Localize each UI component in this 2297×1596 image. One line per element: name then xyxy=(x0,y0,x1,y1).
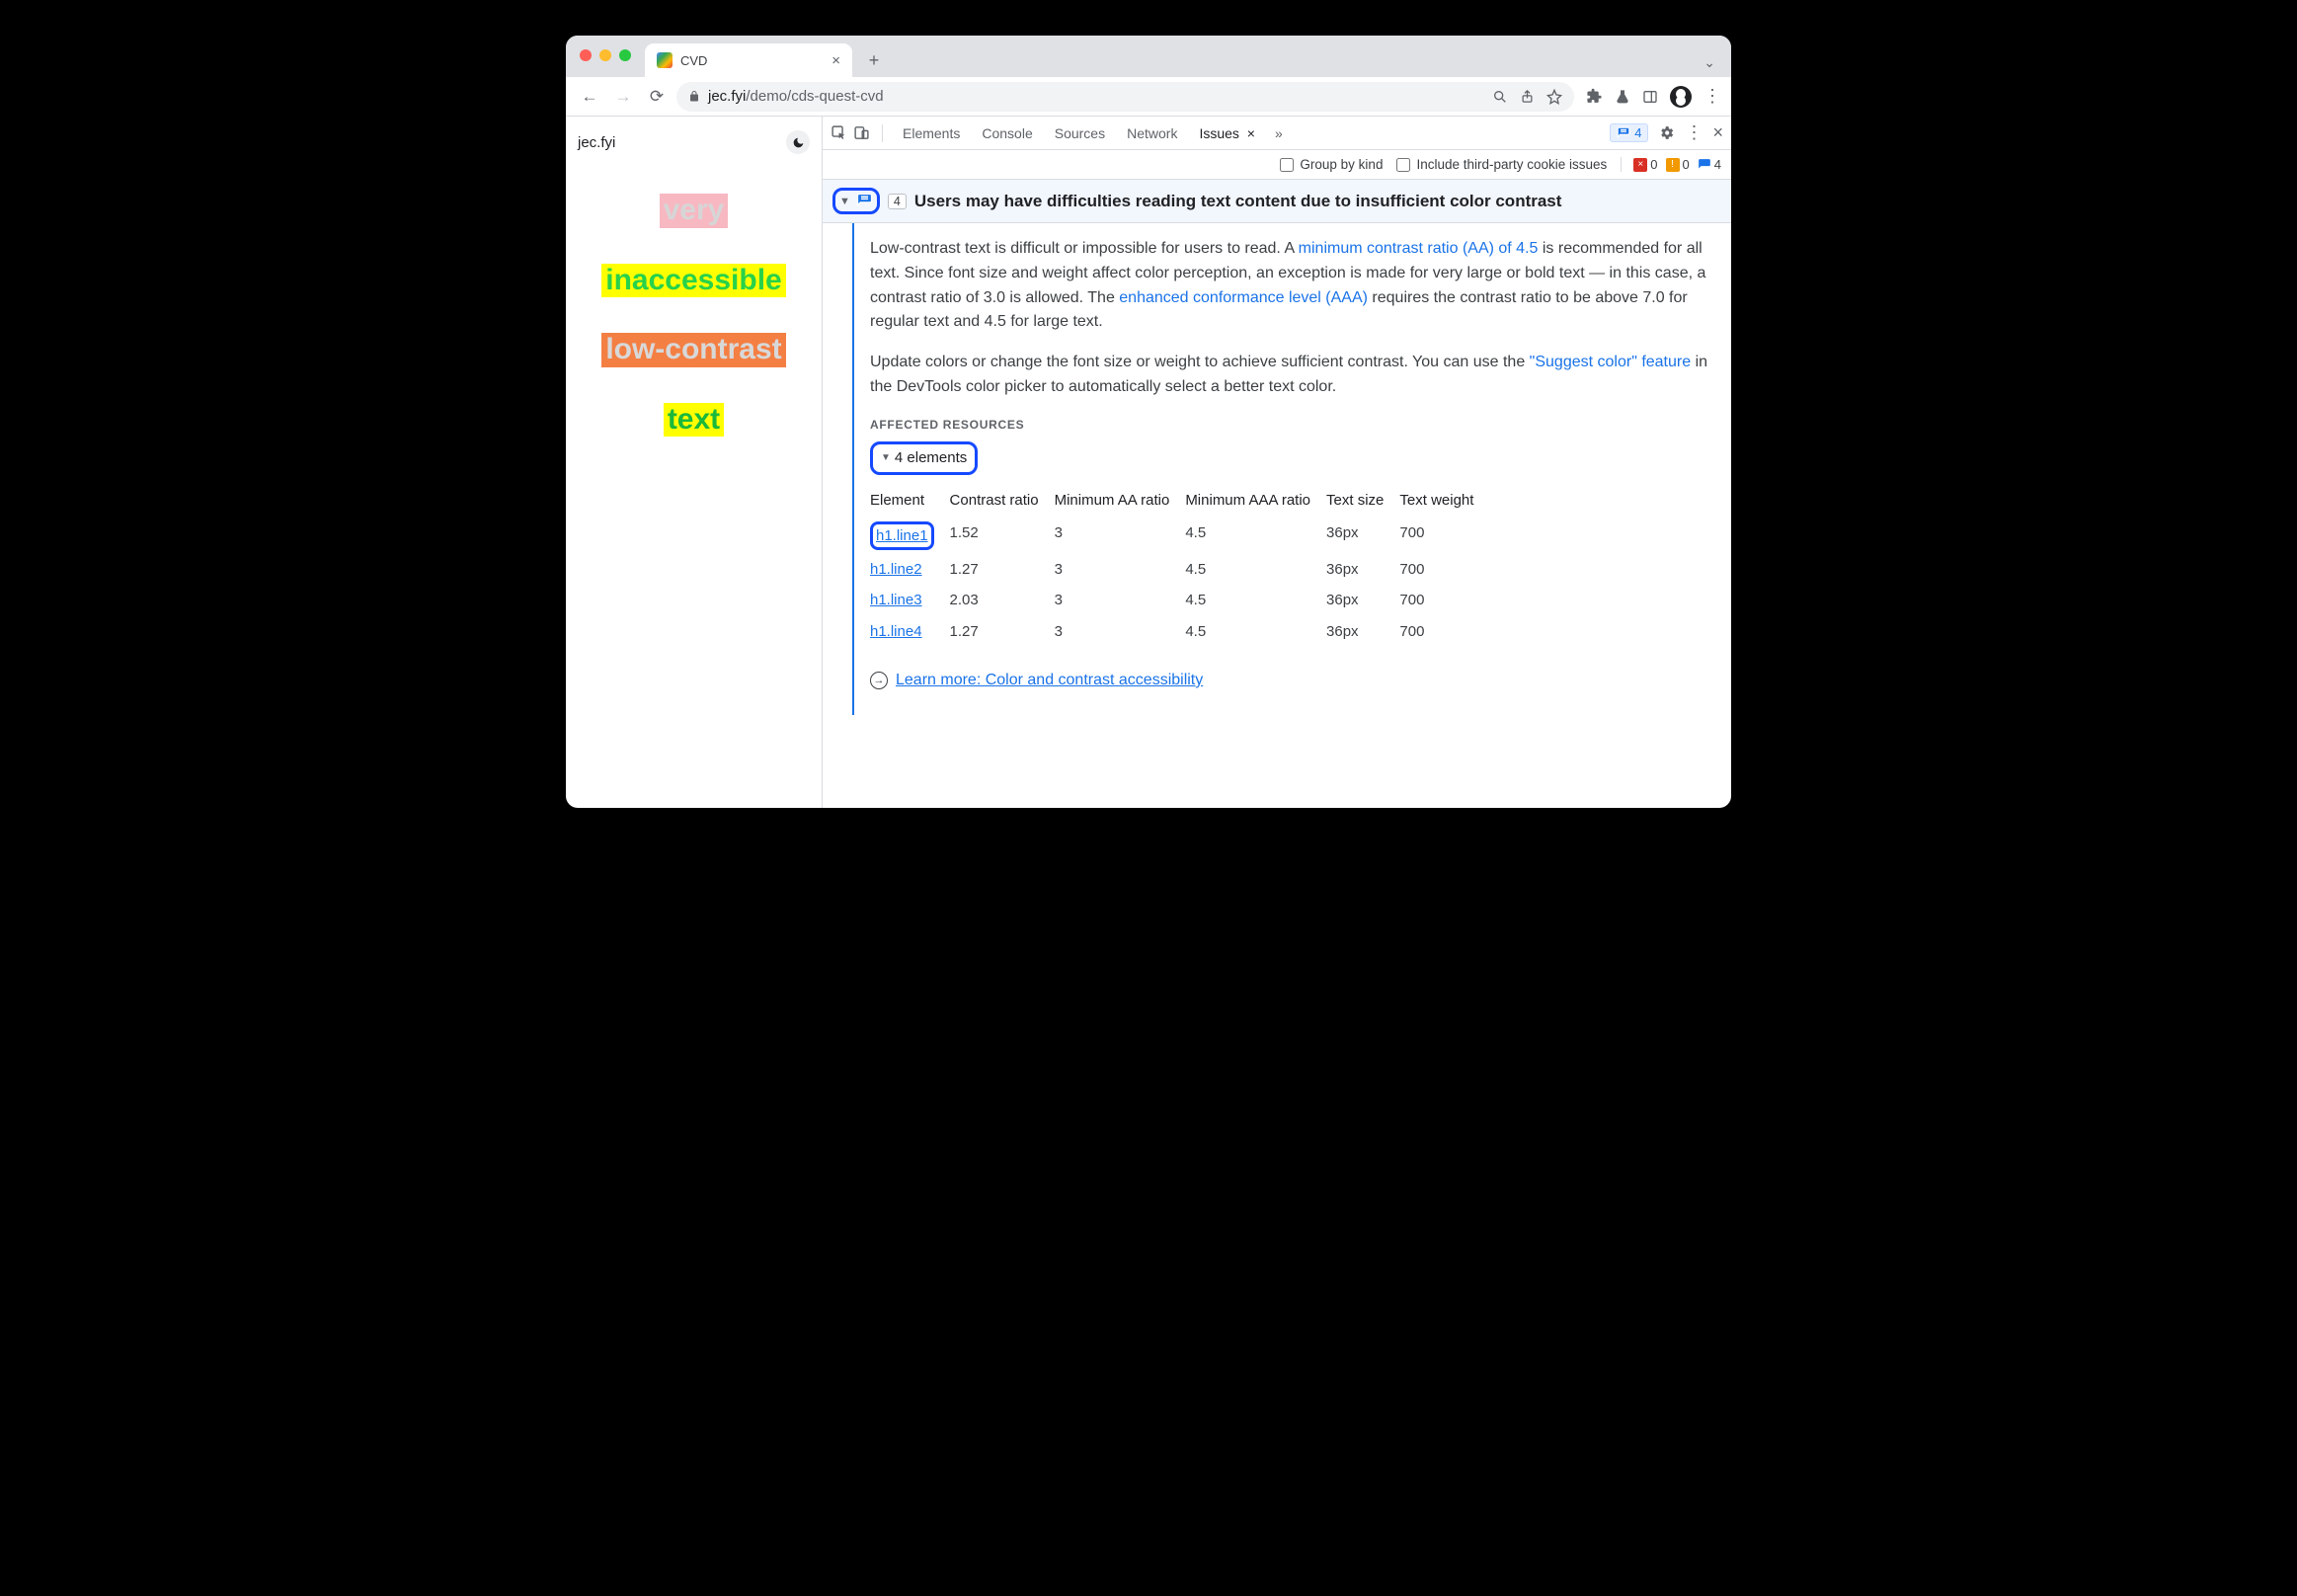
browser-window: CVD × + ⌄ ← → ⟳ jec.fyi/demo/cds-quest-c… xyxy=(566,36,1731,808)
issue-list: ▼ 4 Users may have difficulties reading … xyxy=(823,180,1731,808)
highlight-ring: ▼ xyxy=(832,188,880,214)
element-link[interactable]: h1.line3 xyxy=(870,592,922,608)
group-by-kind-checkbox[interactable]: Group by kind xyxy=(1280,157,1383,172)
extensions-icon[interactable] xyxy=(1586,88,1603,105)
tab-title: CVD xyxy=(680,53,707,68)
table-row: h1.line4 1.2734.536px700 xyxy=(870,616,1489,647)
window-controls xyxy=(580,49,631,61)
link-suggest-color[interactable]: "Suggest color" feature xyxy=(1530,354,1691,370)
include-third-party-checkbox[interactable]: Include third-party cookie issues xyxy=(1396,157,1607,172)
disclosure-triangle-icon[interactable]: ▼ xyxy=(839,196,850,207)
disclosure-triangle-icon[interactable]: ▼ xyxy=(881,450,891,466)
arrow-circle-icon: → xyxy=(870,672,888,689)
tab-elements[interactable]: Elements xyxy=(895,121,968,145)
site-label: jec.fyi xyxy=(578,134,615,151)
tab-sources[interactable]: Sources xyxy=(1047,121,1113,145)
issues-toolbar: Group by kind Include third-party cookie… xyxy=(823,150,1731,180)
close-tab-icon[interactable]: × xyxy=(832,52,840,69)
element-link[interactable]: h1.line1 xyxy=(876,527,928,544)
close-devtools-icon[interactable]: × xyxy=(1712,122,1723,143)
share-icon[interactable] xyxy=(1520,89,1535,104)
labs-icon[interactable] xyxy=(1615,89,1630,105)
issue-count: 4 xyxy=(888,194,907,209)
warning-count: !0 xyxy=(1666,157,1690,172)
forward-button: → xyxy=(609,83,637,111)
inspect-icon[interactable] xyxy=(831,124,847,141)
minimize-window[interactable] xyxy=(599,49,611,61)
content-area: jec.fyi very inaccessible low-contrast t… xyxy=(566,117,1731,808)
sample-text-3: low-contrast xyxy=(601,333,785,367)
sample-text-4: text xyxy=(664,403,724,438)
devtools-panel: Elements Console Sources Network Issues … xyxy=(823,117,1731,808)
lock-icon xyxy=(688,90,700,103)
issue-description-1: Low-contrast text is difficult or imposs… xyxy=(870,237,1713,335)
table-row: h1.line2 1.2734.536px700 xyxy=(870,554,1489,585)
col-size: Text size xyxy=(1326,485,1399,518)
close-window[interactable] xyxy=(580,49,592,61)
sidepanel-icon[interactable] xyxy=(1642,89,1658,105)
affected-elements-table: Element Contrast ratio Minimum AA ratio … xyxy=(870,485,1489,647)
bookmark-icon[interactable] xyxy=(1546,89,1562,105)
learn-more-row: → Learn more: Color and contrast accessi… xyxy=(870,669,1713,693)
message-icon xyxy=(856,193,873,209)
col-aaa: Minimum AAA ratio xyxy=(1185,485,1326,518)
browser-tab[interactable]: CVD × xyxy=(645,43,852,77)
address-bar[interactable]: jec.fyi/demo/cds-quest-cvd xyxy=(676,82,1574,112)
reload-button[interactable]: ⟳ xyxy=(643,83,671,111)
tab-network[interactable]: Network xyxy=(1119,121,1185,145)
error-count: ×0 xyxy=(1633,157,1657,172)
element-link[interactable]: h1.line2 xyxy=(870,561,922,578)
close-icon[interactable]: × xyxy=(1243,125,1255,141)
issues-badge[interactable]: 4 xyxy=(1610,123,1648,142)
table-row: h1.line3 2.0334.536px700 xyxy=(870,585,1489,615)
affected-resources-label: AFFECTED RESOURCES xyxy=(870,416,1713,435)
page-viewport: jec.fyi very inaccessible low-contrast t… xyxy=(566,117,823,808)
link-aaa-level[interactable]: enhanced conformance level (AAA) xyxy=(1119,289,1368,306)
learn-more-link[interactable]: Learn more: Color and contrast accessibi… xyxy=(896,669,1203,693)
col-aa: Minimum AA ratio xyxy=(1055,485,1186,518)
issue-details: Low-contrast text is difficult or imposs… xyxy=(866,223,1731,715)
profile-avatar[interactable] xyxy=(1670,86,1692,108)
col-weight: Text weight xyxy=(1399,485,1489,518)
issue-rail xyxy=(823,223,866,715)
tabs-overflow-icon[interactable]: ⌄ xyxy=(1703,54,1715,71)
tab-strip: CVD × + ⌄ xyxy=(566,36,1731,77)
devtools-tabbar: Elements Console Sources Network Issues … xyxy=(823,117,1731,150)
menu-icon[interactable]: ⋮ xyxy=(1703,86,1721,107)
tab-issues[interactable]: Issues × xyxy=(1191,121,1263,145)
zoom-icon[interactable] xyxy=(1492,89,1508,105)
link-aa-ratio[interactable]: minimum contrast ratio (AA) of 4.5 xyxy=(1299,240,1539,257)
toolbar: ← → ⟳ jec.fyi/demo/cds-quest-cvd ⋮ xyxy=(566,77,1731,117)
device-toggle-icon[interactable] xyxy=(853,124,870,141)
issue-header[interactable]: ▼ 4 Users may have difficulties reading … xyxy=(823,180,1731,223)
gear-icon[interactable] xyxy=(1658,124,1675,141)
col-contrast: Contrast ratio xyxy=(950,485,1055,518)
url-text: jec.fyi/demo/cds-quest-cvd xyxy=(708,88,884,105)
favicon-icon xyxy=(657,52,673,68)
issue-title: Users may have difficulties reading text… xyxy=(914,192,1562,211)
col-element: Element xyxy=(870,485,950,518)
elements-summary[interactable]: ▼ 4 elements xyxy=(870,441,978,474)
back-button[interactable]: ← xyxy=(576,83,603,111)
maximize-window[interactable] xyxy=(619,49,631,61)
issue-description-2: Update colors or change the font size or… xyxy=(870,351,1713,400)
theme-toggle[interactable] xyxy=(786,130,810,154)
sample-text-2: inaccessible xyxy=(601,264,785,298)
message-count: 4 xyxy=(1698,157,1721,172)
new-tab-button[interactable]: + xyxy=(860,46,888,74)
more-tabs-icon[interactable]: » xyxy=(1269,125,1289,141)
table-row: h1.line1 1.5234.536px700 xyxy=(870,518,1489,554)
element-link[interactable]: h1.line4 xyxy=(870,623,922,640)
tab-console[interactable]: Console xyxy=(974,121,1040,145)
kebab-icon[interactable]: ⋮ xyxy=(1685,122,1703,143)
sample-text-1: very xyxy=(660,194,729,228)
